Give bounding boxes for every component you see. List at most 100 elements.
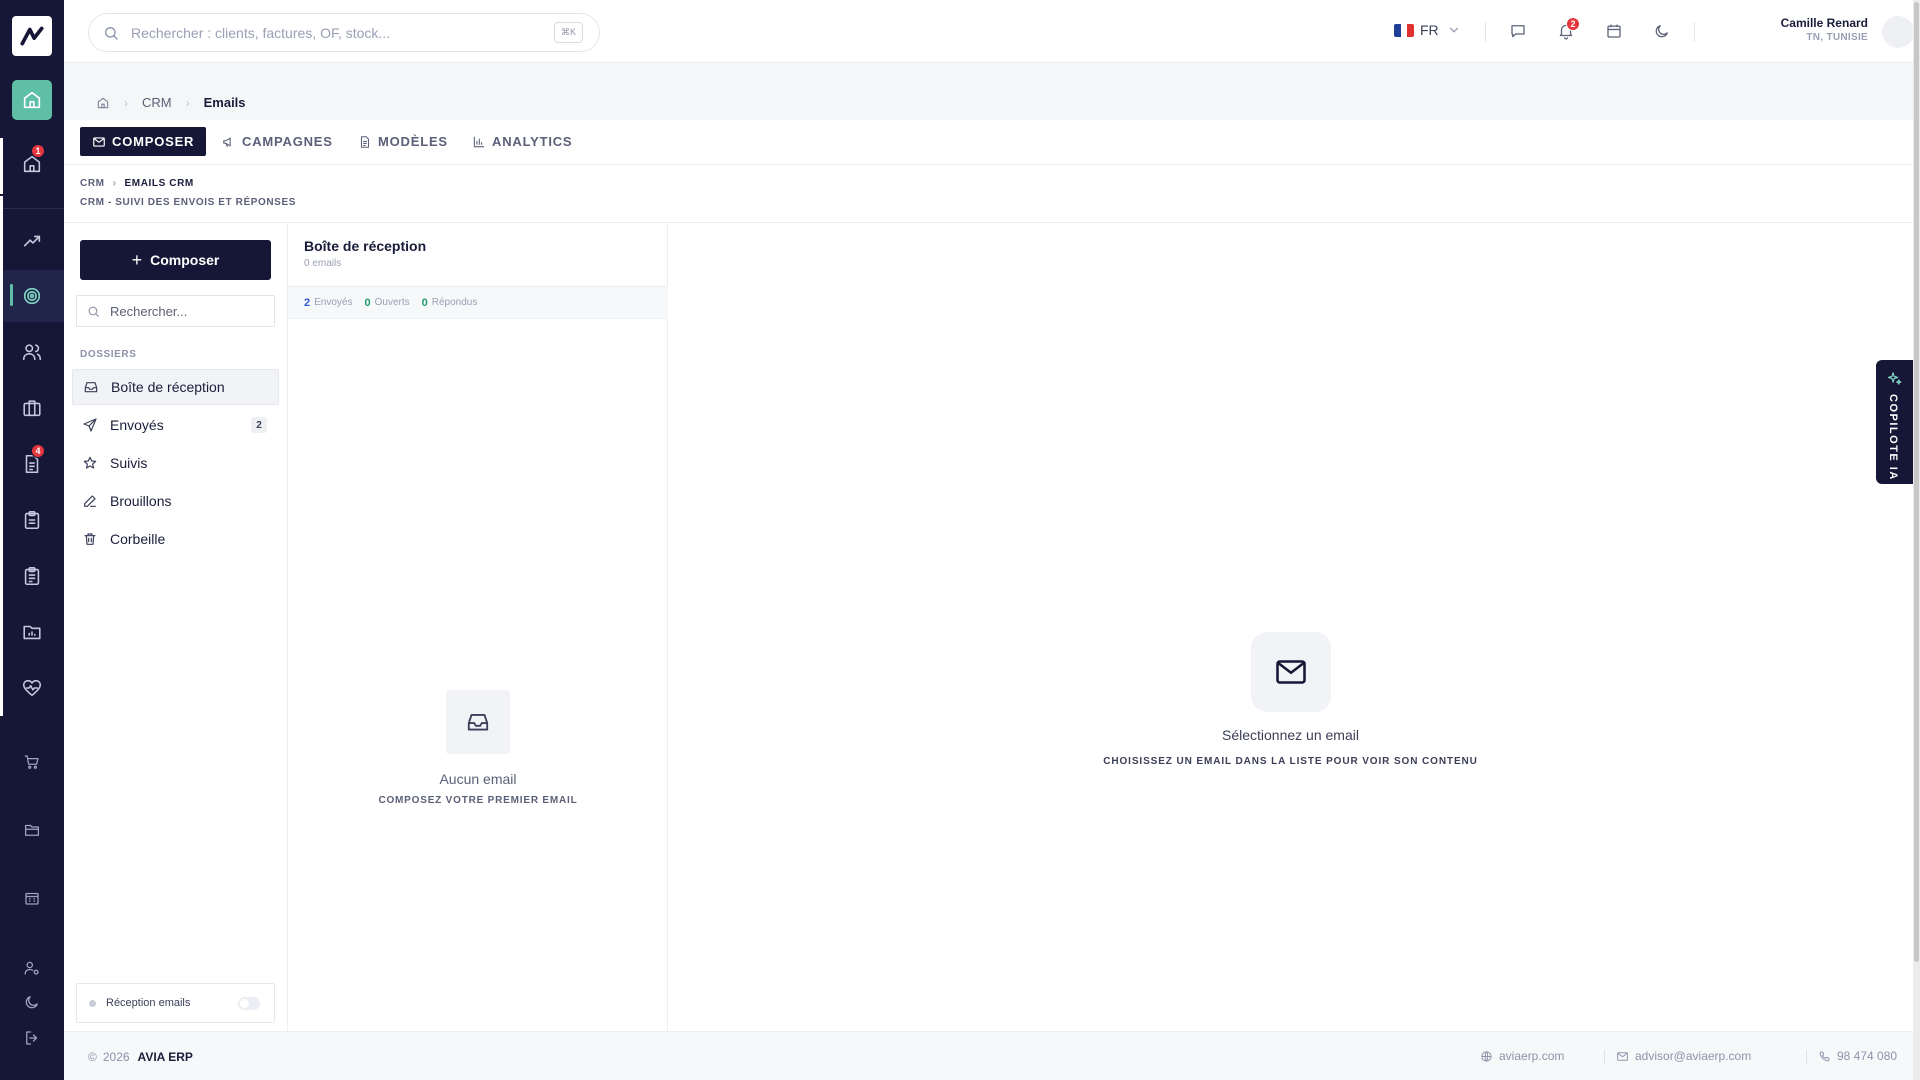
notifications-button[interactable]: 2: [1555, 17, 1580, 42]
sub-breadcrumb-parent[interactable]: CRM: [80, 178, 105, 189]
rail-health[interactable]: [0, 662, 64, 714]
stat-replied: 0 Répondus: [422, 297, 478, 309]
rail-logout[interactable]: [0, 1012, 64, 1064]
rail-reports[interactable]: [0, 606, 64, 658]
rail-files[interactable]: [0, 804, 64, 856]
stat-value: 0: [364, 296, 371, 309]
rail-projects[interactable]: [0, 382, 64, 434]
rail-shop[interactable]: [0, 736, 64, 788]
rail-contacts[interactable]: [0, 326, 64, 378]
search-placeholder: Rechercher : clients, factures, OF, stoc…: [131, 24, 391, 41]
folder-trash[interactable]: Corbeille: [72, 521, 279, 557]
stat-value: 0: [421, 296, 428, 309]
search-icon: [105, 26, 118, 40]
module-tabs: COMPOSER CAMPAGNES MODÈLES ANALYTICS: [64, 120, 1913, 165]
breadcrumb-crm-link[interactable]: CRM: [142, 95, 172, 110]
theme-toggle-button[interactable]: [1651, 20, 1673, 42]
search-icon: [88, 306, 99, 317]
rail-sales[interactable]: [0, 216, 64, 268]
moon-icon: [25, 996, 38, 1009]
footer-phone-link[interactable]: 98 474 080: [1818, 1049, 1897, 1063]
topbar-separator: [1694, 22, 1695, 42]
moon-icon: [1655, 25, 1668, 38]
footer-email: advisor@aviaerp.com: [1635, 1049, 1752, 1063]
notifications-badge: 2: [1566, 17, 1580, 31]
megaphone-icon: [223, 137, 231, 147]
stat-value: 2: [304, 296, 311, 309]
home-icon: [23, 91, 41, 109]
tab-analytics[interactable]: ANALYTICS: [460, 127, 584, 156]
compose-button[interactable]: + Composer: [80, 240, 271, 280]
copyright-icon: ©: [88, 1050, 97, 1064]
folders-section-label: DOSSIERS: [80, 349, 137, 360]
folder-icon: [24, 824, 40, 836]
folder-starred[interactable]: Suivis: [72, 445, 279, 481]
bar-chart-icon: [473, 136, 485, 147]
folder-drafts[interactable]: Brouillons: [72, 483, 279, 519]
footer-website: aviaerp.com: [1499, 1049, 1565, 1063]
app-root: 1 4 Rechercher: clients, factures, OF, …: [0, 0, 1920, 1080]
tab-composer[interactable]: COMPOSER: [80, 127, 207, 156]
compose-button-label: Composer: [150, 252, 220, 268]
folder-label: Suivis: [110, 455, 148, 471]
page-scrollbar-thumb[interactable]: [1914, 2, 1919, 962]
folder-search-input[interactable]: Rechercher...: [76, 295, 275, 327]
tab-label: COMPOSER: [112, 134, 195, 149]
tab-modeles[interactable]: MODÈLES: [346, 127, 460, 156]
rail-invoices-badge: 4: [31, 444, 45, 458]
chevron-right-icon: ›: [112, 178, 117, 189]
rail-orders[interactable]: [0, 494, 64, 546]
tab-campagnes[interactable]: CAMPAGNES: [210, 127, 345, 156]
copilot-ia-button[interactable]: COPILOTE IA: [1876, 360, 1913, 484]
chat-icon: [1511, 25, 1525, 38]
sub-breadcrumb-current: EMAILS CRM: [124, 178, 194, 189]
page-subheader: CRM › EMAILS CRM CRM - SUIVI DES ENVOIS …: [64, 165, 1913, 223]
email-reception-toggle[interactable]: [238, 997, 260, 1010]
heart-pulse-icon: [22, 679, 42, 697]
folder-label: Boîte de réception: [111, 379, 225, 395]
mail-icon: [1617, 1051, 1628, 1061]
chevron-right-icon: ›: [185, 95, 190, 110]
footer-year: 2026: [102, 1050, 130, 1064]
email-preview-panel: Sélectionnez un email CHOISISSEZ UN EMAI…: [668, 223, 1913, 1031]
cart-icon: [24, 755, 39, 769]
email-stats-bar: 2 Envoyés 0 Ouverts 0 Répondus: [288, 286, 668, 319]
folder-chart-icon: [23, 625, 41, 640]
rail-invoices[interactable]: 4: [0, 438, 64, 490]
folder-search-placeholder: Rechercher...: [110, 303, 188, 319]
search-shortcut-hint: ⌘K: [553, 22, 583, 43]
messages-button[interactable]: [1507, 20, 1529, 42]
app-logo[interactable]: [12, 16, 52, 56]
copilot-label: COPILOTE IA: [1887, 394, 1899, 481]
send-icon: [83, 418, 97, 432]
rail-crm[interactable]: [0, 270, 64, 322]
rail-dashboard-badge: 1: [31, 144, 45, 158]
rail-tasks[interactable]: [0, 550, 64, 602]
rail-dashboard[interactable]: 1: [0, 138, 64, 190]
rail-home-button[interactable]: [12, 80, 52, 120]
empty-state-subtitle: COMPOSEZ VOTRE PREMIER EMAIL: [378, 795, 578, 806]
footer-brand: AVIA ERP: [137, 1050, 193, 1064]
top-bar: Rechercher : clients, factures, OF, stoc…: [64, 0, 1914, 63]
email-reception-label: Réception emails: [106, 997, 191, 1009]
rail-company[interactable]: [0, 872, 64, 924]
phone-icon: [1819, 1051, 1830, 1061]
footer: © 2026 AVIA ERP aviaerp.com advisor@avia…: [64, 1031, 1913, 1080]
home-icon[interactable]: [96, 96, 110, 110]
global-search-input[interactable]: Rechercher : clients, factures, OF, stoc…: [88, 13, 600, 52]
folder-label: Corbeille: [110, 531, 166, 547]
topbar-separator: [1485, 22, 1486, 42]
folder-inbox[interactable]: Boîte de réception: [72, 369, 279, 405]
user-name[interactable]: Camille Renard: [1718, 16, 1868, 30]
email-list-panel: Boîte de réception 0 emails 2 Envoyés 0 …: [288, 223, 668, 1031]
footer-email-link[interactable]: advisor@aviaerp.com: [1616, 1049, 1751, 1063]
user-cog-icon: [24, 961, 39, 975]
calendar-button[interactable]: [1603, 20, 1625, 42]
language-selector[interactable]: FR: [1394, 22, 1461, 38]
users-icon: [22, 344, 42, 361]
clipboard-list-icon: [24, 566, 40, 586]
avatar[interactable]: [1882, 16, 1914, 48]
footer-website-link[interactable]: aviaerp.com: [1480, 1049, 1564, 1063]
folder-sent[interactable]: Envoyés 2: [72, 407, 279, 443]
mail-icon: [1276, 660, 1306, 684]
